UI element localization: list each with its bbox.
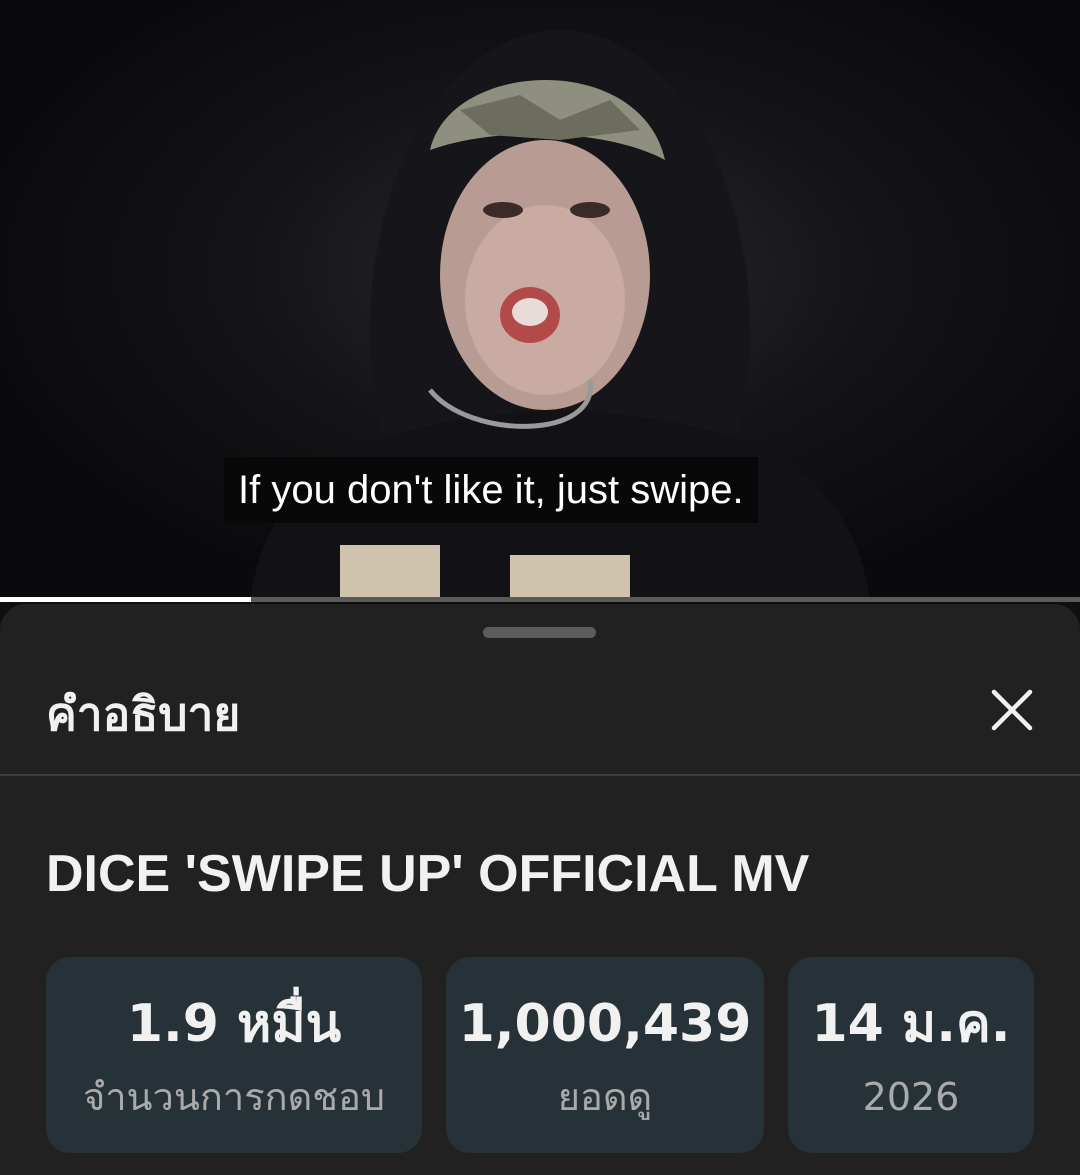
- close-icon: [991, 689, 1033, 731]
- likes-label: จำนวนการกดชอบ: [82, 1075, 386, 1119]
- publish-date: 14 ม.ค.: [811, 994, 1011, 1054]
- publish-year: 2026: [862, 1075, 960, 1119]
- drag-handle[interactable]: [483, 627, 596, 638]
- sheet-title: คำอธิบาย: [46, 687, 241, 741]
- video-progress-bar[interactable]: [0, 597, 1080, 602]
- views-label: ยอดดู: [557, 1075, 653, 1119]
- close-button[interactable]: [980, 678, 1044, 742]
- video-player[interactable]: If you don't like it, just swipe.: [0, 0, 1080, 600]
- date-stat: 14 ม.ค. 2026: [788, 957, 1034, 1153]
- subtitle-caption: If you don't like it, just swipe.: [224, 457, 758, 523]
- views-stat: 1,000,439 ยอดดู: [446, 957, 764, 1153]
- likes-stat: 1.9 หมื่น จำนวนการกดชอบ: [46, 957, 422, 1153]
- divider: [0, 774, 1080, 776]
- video-progress-fill: [0, 597, 251, 602]
- description-sheet: คำอธิบาย DICE 'SWIPE UP' OFFICIAL MV 1.9…: [0, 604, 1080, 1175]
- video-title: DICE 'SWIPE UP' OFFICIAL MV: [46, 845, 810, 903]
- likes-count: 1.9 หมื่น: [126, 994, 342, 1054]
- views-count: 1,000,439: [458, 994, 752, 1054]
